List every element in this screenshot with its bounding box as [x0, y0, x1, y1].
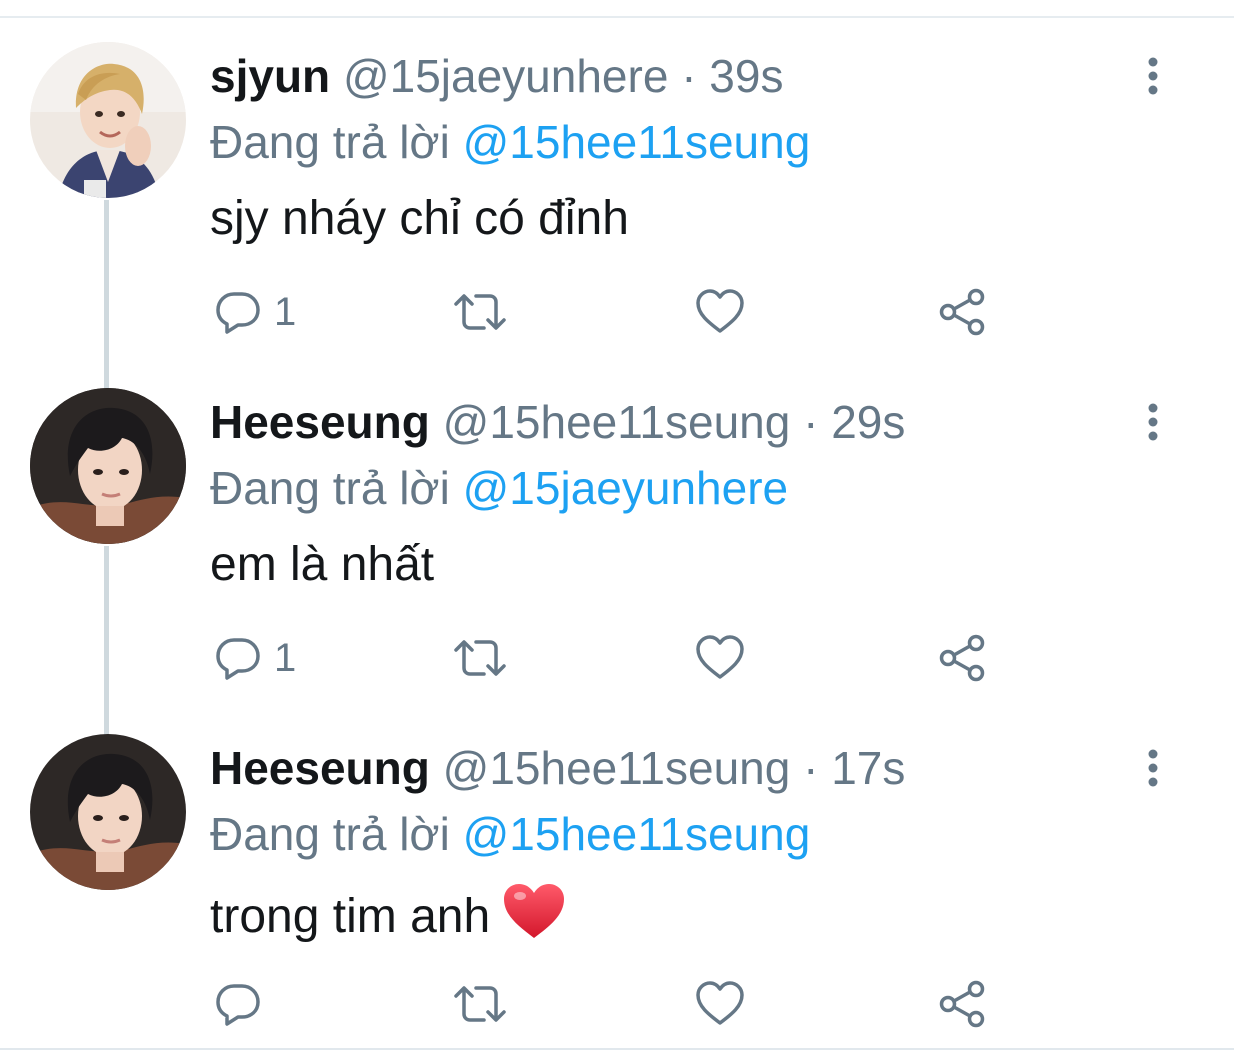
timestamp[interactable]: · 29s	[790, 396, 905, 448]
tweet-text: sjy nháy chỉ có đỉnh	[210, 192, 629, 245]
profile-photo-blond-icon	[30, 42, 186, 198]
timestamp[interactable]: · 39s	[668, 50, 783, 102]
retweet-button[interactable]	[450, 287, 510, 337]
share-icon	[939, 980, 985, 1028]
user-handle[interactable]: @15hee11seung	[443, 396, 791, 448]
more-vertical-icon	[1148, 403, 1158, 441]
share-button[interactable]	[938, 979, 988, 1029]
more-options-button[interactable]	[1130, 746, 1176, 792]
like-icon	[696, 981, 744, 1025]
tweet-thread-screen: sjyun @15jaeyunhere · 39s Đang trả lời @…	[0, 0, 1234, 1053]
like-icon	[696, 635, 744, 679]
tweet-text: em là nhất	[210, 538, 435, 591]
tweet-text-container: trong tim anh	[210, 882, 566, 954]
like-icon	[696, 289, 744, 333]
red-heart-emoji-icon	[502, 882, 566, 954]
reply-context-label: Đang trả lời	[210, 808, 463, 860]
tweet-header: sjyun @15jaeyunhere · 39s	[210, 48, 783, 104]
avatar[interactable]	[30, 734, 186, 890]
reply-count: 1	[274, 289, 297, 334]
like-button[interactable]	[694, 979, 746, 1029]
retweet-icon	[454, 640, 506, 676]
tweet[interactable]: Heeseung @15hee11seung · 17s Đang trả lờ…	[0, 734, 1234, 1034]
tweet-text: trong tim anh	[210, 890, 491, 943]
retweet-icon	[454, 986, 506, 1022]
retweet-icon	[454, 294, 506, 330]
tweet-actions: 1	[210, 287, 1010, 337]
reply-mention-link[interactable]: @15hee11seung	[463, 116, 811, 168]
reply-context: Đang trả lời @15hee11seung	[210, 806, 810, 862]
share-button[interactable]	[938, 287, 988, 337]
display-name[interactable]: sjyun	[210, 50, 330, 102]
reply-icon	[216, 292, 260, 334]
tweet-actions: 1	[210, 633, 1010, 683]
like-button[interactable]	[694, 287, 746, 337]
reply-mention-link[interactable]: @15hee11seung	[463, 808, 811, 860]
reply-context-label: Đang trả lời	[210, 462, 463, 514]
display-name[interactable]: Heeseung	[210, 396, 430, 448]
reply-icon	[216, 638, 260, 680]
user-handle[interactable]: @15jaeyunhere	[343, 50, 668, 102]
reply-count: 1	[274, 635, 297, 680]
reply-button[interactable]	[214, 979, 274, 1029]
more-options-button[interactable]	[1130, 54, 1176, 100]
display-name[interactable]: Heeseung	[210, 742, 430, 794]
timestamp[interactable]: · 17s	[790, 742, 905, 794]
profile-photo-dark-hair-icon	[30, 734, 186, 890]
reply-button[interactable]: 1	[214, 287, 296, 337]
avatar[interactable]	[30, 42, 186, 198]
reply-context: Đang trả lời @15jaeyunhere	[210, 460, 788, 516]
avatar[interactable]	[30, 388, 186, 544]
share-icon	[939, 634, 985, 682]
tweet[interactable]: sjyun @15jaeyunhere · 39s Đang trả lời @…	[0, 42, 1234, 342]
like-button[interactable]	[694, 633, 746, 683]
top-divider	[0, 0, 1234, 18]
tweet-actions	[210, 979, 1010, 1029]
more-vertical-icon	[1148, 57, 1158, 95]
tweet[interactable]: Heeseung @15hee11seung · 29s Đang trả lờ…	[0, 388, 1234, 688]
tweet-header: Heeseung @15hee11seung · 17s	[210, 740, 905, 796]
reply-context-label: Đang trả lời	[210, 116, 463, 168]
reply-icon	[216, 984, 260, 1026]
bottom-divider	[0, 1048, 1234, 1050]
reply-context: Đang trả lời @15hee11seung	[210, 114, 810, 170]
retweet-button[interactable]	[450, 633, 510, 683]
reply-button[interactable]: 1	[214, 633, 296, 683]
user-handle[interactable]: @15hee11seung	[443, 742, 791, 794]
profile-photo-dark-hair-icon	[30, 388, 186, 544]
share-button[interactable]	[938, 633, 988, 683]
more-options-button[interactable]	[1130, 400, 1176, 446]
reply-mention-link[interactable]: @15jaeyunhere	[463, 462, 788, 514]
more-vertical-icon	[1148, 749, 1158, 787]
tweet-header: Heeseung @15hee11seung · 29s	[210, 394, 905, 450]
share-icon	[939, 288, 985, 336]
retweet-button[interactable]	[450, 979, 510, 1029]
